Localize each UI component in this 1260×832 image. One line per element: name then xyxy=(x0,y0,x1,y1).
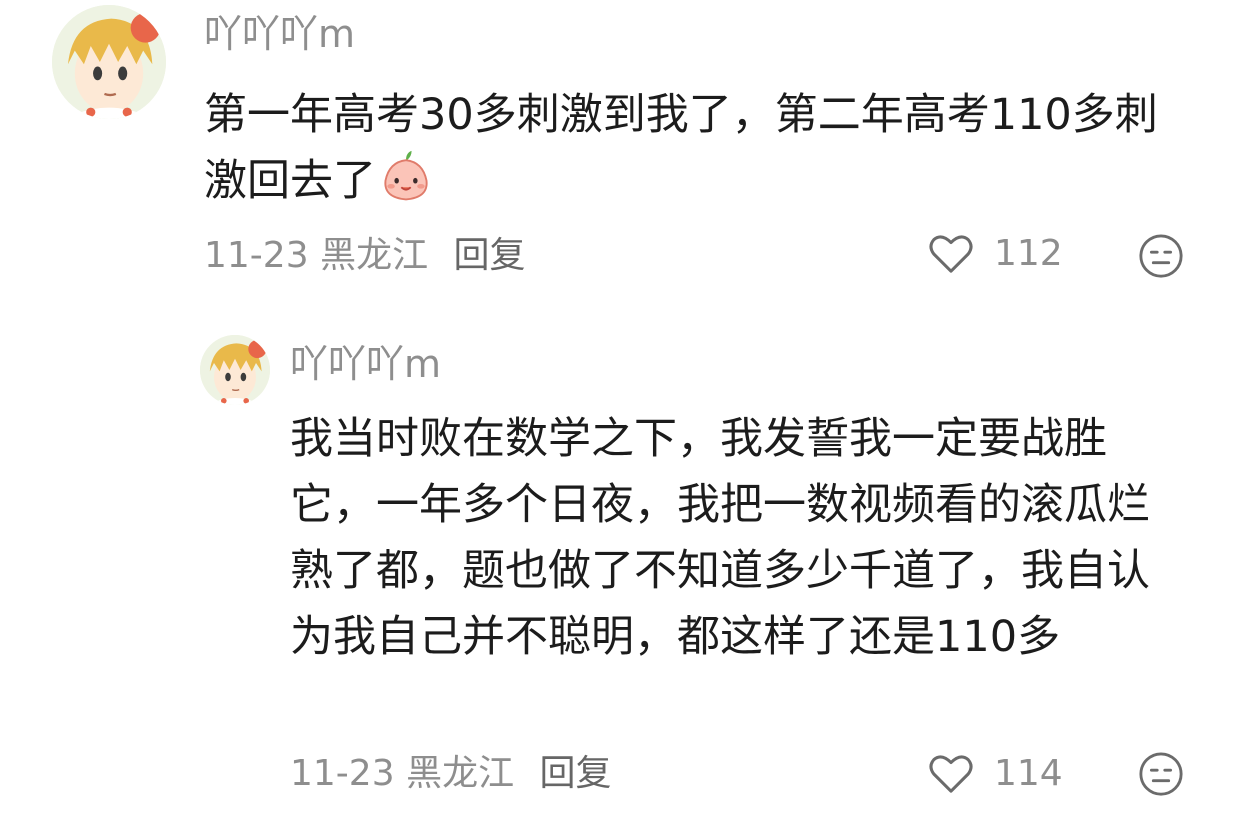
avatar[interactable] xyxy=(200,335,270,405)
comment-meta: 11-23 黑龙江 回复 xyxy=(290,752,612,796)
avatar-image xyxy=(52,5,166,119)
neutral-face-icon[interactable] xyxy=(1138,233,1184,279)
comment-reply-1: 吖吖吖m 我当时败在数学之下，我发誓我一定要战胜它，一年多个日夜，我把一数视频看… xyxy=(0,320,1260,832)
comment-text-body: 第一年高考30多刺激到我了，第二年高考110多刺激回去了 xyxy=(204,90,1158,206)
reply-button[interactable]: 回复 xyxy=(540,753,612,794)
comment-1: 吖吖吖m 第一年高考30多刺激到我了，第二年高考110多刺激回去了 11-23 … xyxy=(0,0,1260,300)
avatar-image xyxy=(200,335,270,405)
like-count: 114 xyxy=(994,753,1063,794)
username[interactable]: 吖吖吖m xyxy=(204,12,355,56)
reply-button[interactable]: 回复 xyxy=(454,235,526,276)
comment-text: 我当时败在数学之下，我发誓我一定要战胜它，一年多个日夜，我把一数视频看的滚瓜烂熟… xyxy=(290,414,1150,662)
comment-text: 第一年高考30多刺激到我了，第二年高考110多刺激回去了 xyxy=(204,82,1174,214)
like-button[interactable]: 114 xyxy=(928,752,1063,796)
neutral-face-icon[interactable] xyxy=(1138,751,1184,797)
comment-location: 黑龙江 xyxy=(406,753,515,794)
like-count: 112 xyxy=(994,233,1063,274)
avatar[interactable] xyxy=(52,5,166,119)
peach-smile-sticker-icon xyxy=(384,150,428,201)
comment-meta: 11-23 黑龙江 回复 xyxy=(204,234,526,278)
comment-date: 11-23 xyxy=(290,753,395,794)
comment-location: 黑龙江 xyxy=(320,235,429,276)
like-button[interactable]: 112 xyxy=(928,232,1063,276)
username[interactable]: 吖吖吖m xyxy=(290,342,441,386)
heart-outline-icon xyxy=(929,235,973,273)
heart-outline-icon xyxy=(929,755,973,793)
comment-date: 11-23 xyxy=(204,235,309,276)
